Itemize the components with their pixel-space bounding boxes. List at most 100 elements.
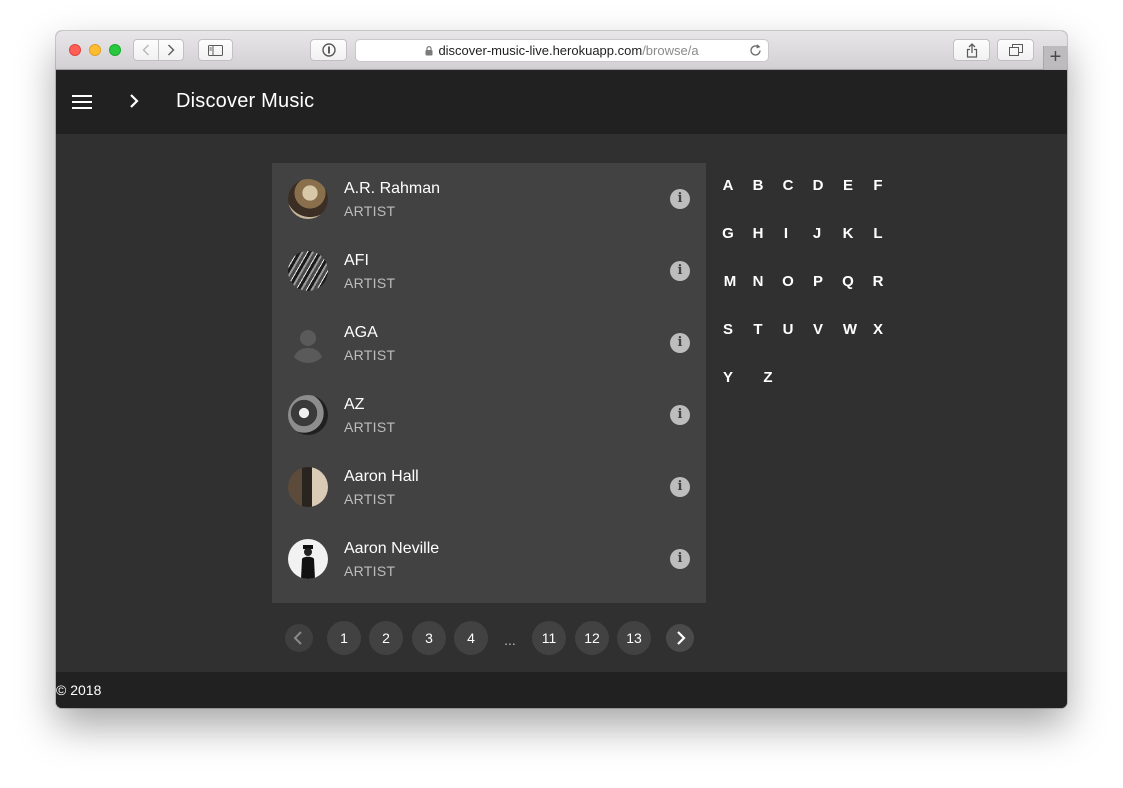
letter-link[interactable]: P xyxy=(807,271,829,293)
info-icon[interactable]: i xyxy=(670,189,690,209)
page-button[interactable]: 2 xyxy=(369,621,403,655)
show-sidebar-button[interactable] xyxy=(198,39,233,61)
letter-link[interactable]: H xyxy=(747,223,769,245)
artist-avatar xyxy=(288,395,328,435)
browser-window: discover-music-live.herokuapp.com/browse… xyxy=(56,31,1067,708)
address-bar[interactable]: discover-music-live.herokuapp.com/browse… xyxy=(355,39,769,62)
info-icon[interactable]: i xyxy=(670,477,690,497)
lock-icon xyxy=(425,45,433,55)
chevron-right-icon xyxy=(168,44,175,56)
artist-avatar xyxy=(288,467,328,507)
minimize-window-button[interactable] xyxy=(89,44,101,56)
tabs-icon xyxy=(1008,44,1023,56)
info-icon[interactable]: i xyxy=(670,405,690,425)
url-host: discover-music-live.herokuapp.com xyxy=(438,43,643,58)
artist-type: ARTIST xyxy=(344,275,396,291)
sidebar-icon xyxy=(208,44,223,56)
letter-link[interactable]: G xyxy=(717,223,739,245)
browser-forward-button[interactable] xyxy=(158,39,184,61)
letter-link[interactable]: S xyxy=(717,319,739,341)
close-window-button[interactable] xyxy=(69,44,81,56)
next-page-button[interactable] xyxy=(666,624,694,652)
app-bar: Discover Music xyxy=(56,70,1067,134)
letter-link[interactable]: Y xyxy=(717,367,739,389)
letter-link[interactable]: E xyxy=(837,175,859,197)
letter-link[interactable]: Q xyxy=(837,271,859,293)
artist-name: Aaron Hall xyxy=(344,468,419,485)
letter-link[interactable]: X xyxy=(867,319,889,341)
list-item[interactable]: Aaron Hall ARTIST i xyxy=(272,451,706,523)
chevron-right-icon xyxy=(677,631,686,645)
password-manager-button[interactable] xyxy=(310,39,347,61)
artist-list: A.R. Rahman ARTIST i AFI ARTIST i AGA AR… xyxy=(272,163,706,603)
letter-link[interactable]: A xyxy=(717,175,739,197)
artist-type: ARTIST xyxy=(344,347,396,363)
letter-link[interactable]: J xyxy=(806,223,828,245)
app-title: Discover Music xyxy=(176,90,315,112)
share-button[interactable] xyxy=(953,39,990,61)
letter-link[interactable]: C xyxy=(777,175,799,197)
letter-link[interactable]: R xyxy=(867,271,889,293)
list-item[interactable]: AFI ARTIST i xyxy=(272,235,706,307)
browser-back-button[interactable] xyxy=(133,39,159,61)
letter-link[interactable]: D xyxy=(807,175,829,197)
pagination: 1 2 3 4 ... 11 12 13 xyxy=(56,621,1067,655)
letter-link[interactable]: F xyxy=(867,175,889,197)
letter-link[interactable]: U xyxy=(777,319,799,341)
info-icon[interactable]: i xyxy=(670,261,690,281)
chevron-right-icon[interactable] xyxy=(128,92,140,110)
letter-link[interactable]: L xyxy=(867,223,889,245)
placeholder-person-icon xyxy=(288,323,328,363)
info-icon[interactable]: i xyxy=(670,333,690,353)
list-item[interactable]: AGA ARTIST i xyxy=(272,307,706,379)
page-button[interactable]: 1 xyxy=(327,621,361,655)
previous-page-button[interactable] xyxy=(285,624,313,652)
letter-link[interactable]: I xyxy=(775,223,797,245)
artist-avatar xyxy=(288,251,328,291)
menu-icon[interactable] xyxy=(72,91,92,113)
letter-link[interactable]: M xyxy=(719,271,741,293)
reload-icon[interactable] xyxy=(749,44,762,57)
browser-toolbar: discover-music-live.herokuapp.com/browse… xyxy=(56,31,1067,70)
artist-name: Aaron Neville xyxy=(344,540,440,557)
artist-avatar xyxy=(288,539,328,579)
page-button[interactable]: 3 xyxy=(412,621,446,655)
letter-link[interactable]: V xyxy=(807,319,829,341)
list-item[interactable]: AZ ARTIST i xyxy=(272,379,706,451)
list-item[interactable]: Aaron Neville ARTIST i xyxy=(272,523,706,595)
artist-type: ARTIST xyxy=(344,491,396,507)
footer: © 2018 xyxy=(56,672,1067,708)
artist-avatar xyxy=(288,179,328,219)
letter-link[interactable]: W xyxy=(839,319,861,341)
artist-type: ARTIST xyxy=(344,203,396,219)
artist-name: AFI xyxy=(344,252,369,269)
list-item[interactable]: A.R. Rahman ARTIST i xyxy=(272,163,706,235)
share-icon xyxy=(966,42,977,58)
artist-name: A.R. Rahman xyxy=(344,180,441,197)
letter-link[interactable]: Z xyxy=(757,367,779,389)
page-button[interactable]: 13 xyxy=(617,621,651,655)
main-content: A.R. Rahman ARTIST i AFI ARTIST i AGA AR… xyxy=(56,134,1067,672)
artist-type: ARTIST xyxy=(344,563,396,579)
artist-name: AGA xyxy=(344,324,378,341)
info-icon[interactable]: i xyxy=(670,549,690,569)
page-button[interactable]: 4 xyxy=(454,621,488,655)
chevron-left-icon xyxy=(293,631,302,645)
new-tab-button[interactable]: + xyxy=(1043,46,1067,70)
pagination-ellipsis: ... xyxy=(504,632,516,648)
page-button[interactable]: 11 xyxy=(532,621,566,655)
show-tabs-button[interactable] xyxy=(997,39,1034,61)
url-path: /browse/a xyxy=(642,43,699,58)
letter-link[interactable]: B xyxy=(747,175,769,197)
letter-link[interactable]: N xyxy=(747,271,769,293)
password-icon xyxy=(321,43,336,57)
artist-type: ARTIST xyxy=(344,419,396,435)
fullscreen-window-button[interactable] xyxy=(109,44,121,56)
page-button[interactable]: 12 xyxy=(575,621,609,655)
copyright-text: © 2018 xyxy=(56,682,102,698)
letter-link[interactable]: T xyxy=(747,319,769,341)
letter-link[interactable]: O xyxy=(777,271,799,293)
artist-name: AZ xyxy=(344,396,365,413)
letter-link[interactable]: K xyxy=(837,223,859,245)
chevron-left-icon xyxy=(142,44,149,56)
